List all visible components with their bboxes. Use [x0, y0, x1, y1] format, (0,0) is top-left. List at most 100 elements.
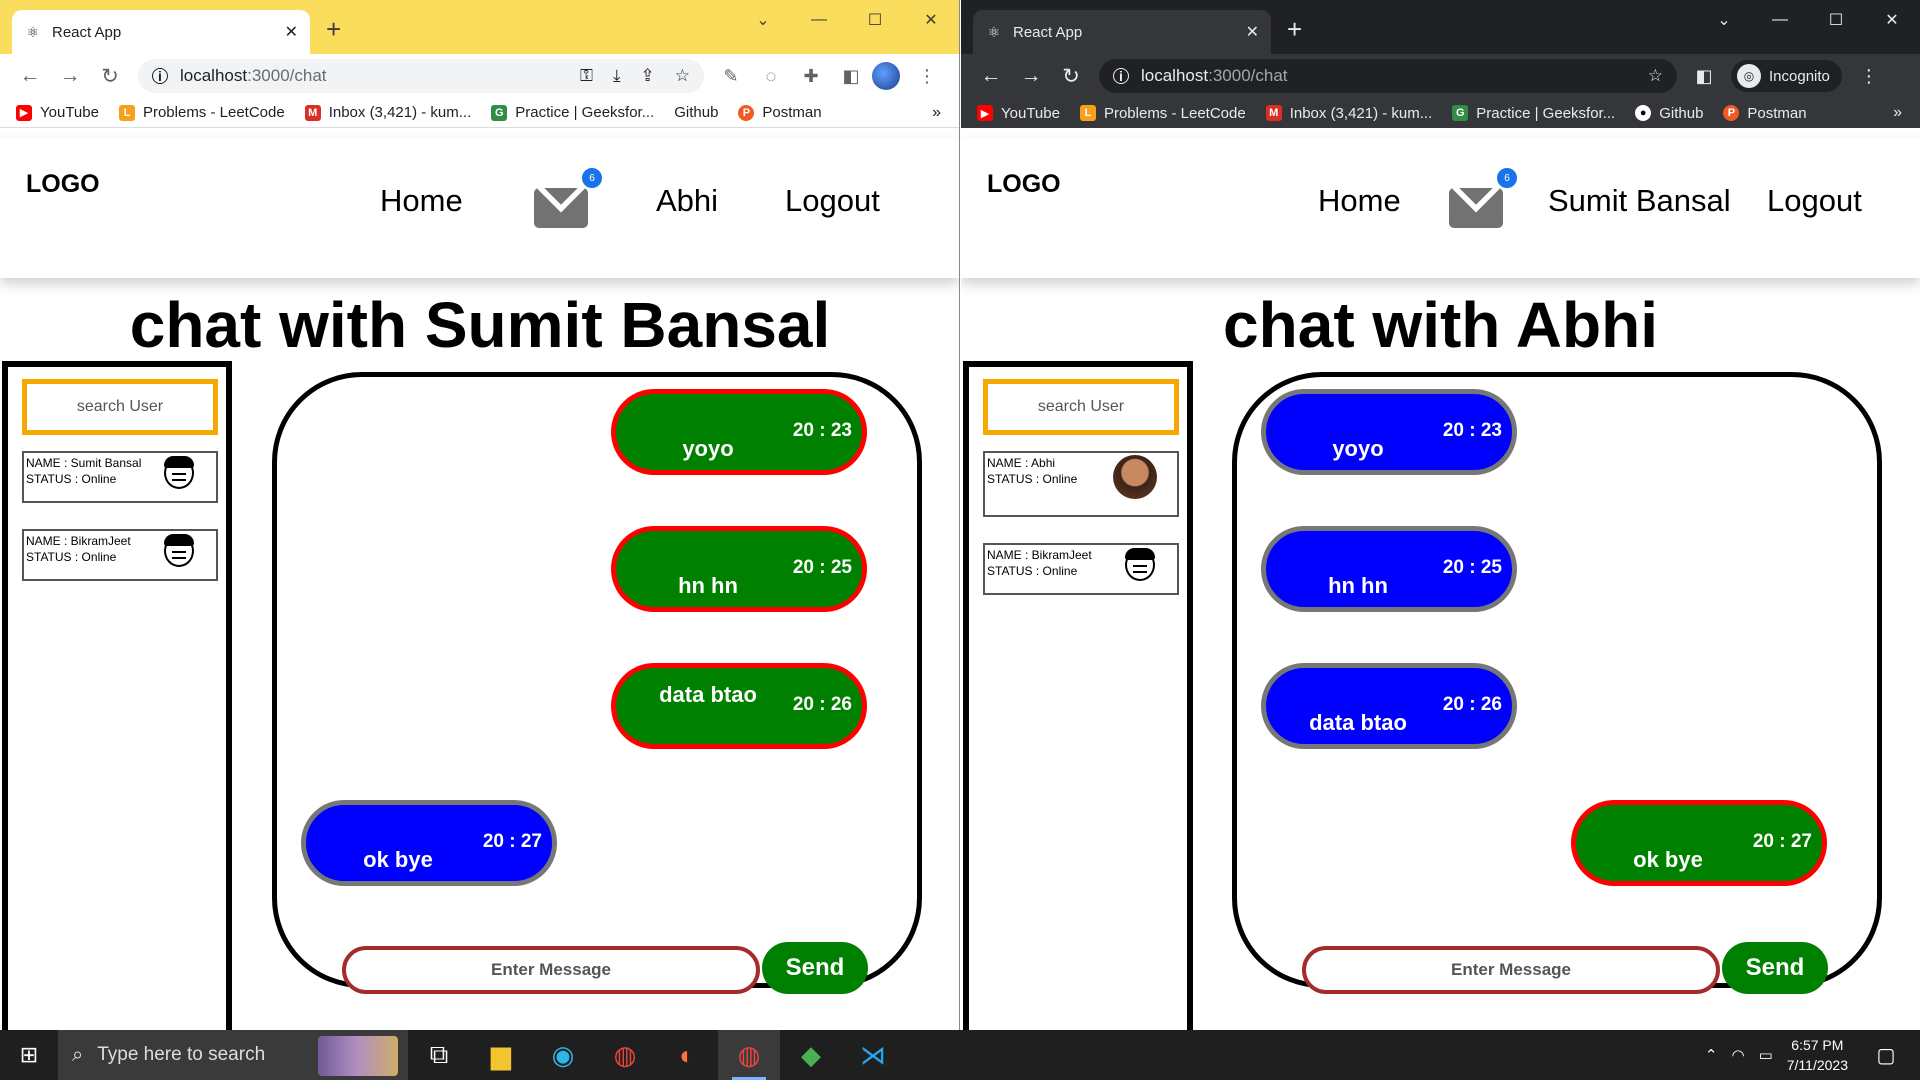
chrome-incognito-icon[interactable]: ◍ [718, 1030, 780, 1080]
user-avatar-icon [164, 456, 194, 489]
minimize-icon[interactable]: — [791, 0, 847, 40]
nav-home-link[interactable]: Home [380, 183, 463, 219]
key-icon[interactable]: ⚿ [580, 66, 593, 86]
windows-start-icon[interactable]: ⊞ [0, 1030, 58, 1080]
app-logo: LOGO [987, 170, 1061, 198]
nav-user-link[interactable]: Abhi [656, 183, 718, 219]
mongodb-icon[interactable]: ◆ [780, 1030, 842, 1080]
user-card[interactable]: NAME : Abhi STATUS : Online [983, 451, 1179, 517]
bookmark-postman[interactable]: P Postman [1723, 105, 1807, 122]
tab-bar: ⚛ React App ✕ + ⌄ — ☐ ✕ [961, 0, 1920, 54]
message-input[interactable]: Enter Message [1302, 946, 1720, 994]
site-info-icon[interactable]: i [1113, 68, 1129, 84]
mail-icon[interactable] [534, 188, 588, 228]
vscode-icon[interactable]: ⋊ [842, 1030, 904, 1080]
new-tab-icon[interactable]: + [326, 14, 341, 45]
notifications-icon[interactable]: ▢ [1866, 1043, 1906, 1068]
minimize-icon[interactable]: — [1752, 0, 1808, 40]
share-icon[interactable]: ⇪ [641, 66, 655, 86]
message-bubble: hn hn 20 : 25 [1261, 526, 1517, 612]
side-panel-icon[interactable]: ◧ [1691, 66, 1717, 87]
bookmark-star-icon[interactable]: ☆ [675, 66, 690, 86]
message-bubble: data btao 20 : 26 [611, 663, 867, 749]
send-button[interactable]: Send [762, 942, 868, 994]
message-time: 20 : 23 [1442, 420, 1502, 441]
menu-icon[interactable]: ⋮ [1856, 66, 1882, 87]
profile-avatar[interactable] [872, 62, 900, 90]
incognito-badge[interactable]: ◎ Incognito [1731, 60, 1842, 92]
maximize-icon[interactable]: ☐ [847, 0, 903, 40]
nav-home-link[interactable]: Home [1318, 183, 1401, 219]
message-time: 20 : 26 [1442, 694, 1502, 715]
browser-tab[interactable]: ⚛ React App ✕ [12, 10, 310, 54]
bookmark-leetcode[interactable]: L Problems - LeetCode [1079, 105, 1246, 122]
chrome-icon[interactable]: ◍ [594, 1030, 656, 1080]
tab-title: React App [52, 23, 122, 41]
tab-search-icon[interactable]: ⌄ [1696, 0, 1752, 40]
back-icon[interactable]: ← [10, 64, 50, 88]
firefox-icon[interactable]: ◐ [656, 1030, 718, 1080]
bookmark-github[interactable]: ● Github [1635, 105, 1703, 122]
user-card[interactable]: NAME : BikramJeet STATUS : Online [983, 543, 1179, 595]
message-input[interactable]: Enter Message [342, 946, 760, 994]
bookmark-postman[interactable]: P Postman [738, 104, 822, 121]
show-hidden-icons-icon[interactable]: ⌃ [1705, 1046, 1718, 1064]
nav-logout-link[interactable]: Logout [785, 183, 880, 219]
message-bubble: hn hn 20 : 25 [611, 526, 867, 612]
user-card[interactable]: NAME : Sumit Bansal STATUS : Online [22, 451, 218, 503]
send-button[interactable]: Send [1722, 942, 1828, 994]
more-bookmarks-icon[interactable]: » [932, 104, 941, 122]
browser-window-right: ⚛ React App ✕ + ⌄ — ☐ ✕ ← → ↻ i localhos… [961, 0, 1920, 1030]
side-panel-icon[interactable]: ◧ [838, 66, 864, 87]
close-window-icon[interactable]: ✕ [1864, 0, 1920, 40]
address-bar[interactable]: i localhost:3000/chat ⚿ ⤓ ⇪ ☆ [138, 59, 704, 93]
reload-icon[interactable]: ↻ [90, 64, 130, 89]
search-user-input[interactable]: search User [983, 379, 1179, 435]
bookmark-gmail[interactable]: M Inbox (3,421) - kum... [1265, 105, 1432, 122]
maximize-icon[interactable]: ☐ [1808, 0, 1864, 40]
leetcode-icon: L [1079, 105, 1096, 121]
puzzle-icon[interactable]: ✚ [798, 66, 824, 87]
menu-icon[interactable]: ⋮ [914, 66, 940, 87]
back-icon[interactable]: ← [971, 64, 1011, 88]
battery-icon[interactable]: ▭ [1759, 1046, 1773, 1064]
install-icon[interactable]: ⤓ [613, 66, 621, 86]
chat-title: chat with Sumit Bansal [129, 289, 831, 361]
close-tab-icon[interactable]: ✕ [1246, 22, 1259, 42]
bookmark-youtube[interactable]: ▶ YouTube [977, 105, 1060, 122]
browser-tab[interactable]: ⚛ React App ✕ [973, 10, 1271, 54]
reload-icon[interactable]: ↻ [1051, 64, 1091, 89]
nav-user-link[interactable]: Sumit Bansal [1548, 183, 1731, 219]
edge-icon[interactable]: ◉ [532, 1030, 594, 1080]
bookmark-youtube[interactable]: ▶ YouTube [16, 104, 99, 121]
search-user-input[interactable]: search User [22, 379, 218, 435]
bookmark-github[interactable]: Github [674, 104, 718, 121]
search-highlight-image [318, 1036, 398, 1076]
system-clock[interactable]: 6:57 PM 7/11/2023 [1787, 1035, 1848, 1075]
address-bar[interactable]: i localhost:3000/chat ☆ [1099, 59, 1677, 93]
taskbar-search-box[interactable]: ⌕ Type here to search [58, 1030, 408, 1080]
close-window-icon[interactable]: ✕ [903, 0, 959, 40]
new-tab-icon[interactable]: + [1287, 14, 1302, 45]
site-info-icon[interactable]: i [152, 68, 168, 84]
bookmark-gmail[interactable]: M Inbox (3,421) - kum... [304, 104, 471, 121]
pen-extension-icon[interactable]: ✎ [718, 66, 744, 87]
forward-icon[interactable]: → [50, 64, 90, 88]
user-card[interactable]: NAME : BikramJeet STATUS : Online [22, 529, 218, 581]
bookmark-star-icon[interactable]: ☆ [1648, 66, 1663, 86]
bookmark-geeksforgeeks[interactable]: G Practice | Geeksfor... [491, 104, 654, 121]
extension-icon[interactable]: ◌ [758, 66, 784, 87]
file-explorer-icon[interactable]: ▆ [470, 1030, 532, 1080]
mail-icon[interactable] [1449, 188, 1503, 228]
forward-icon[interactable]: → [1011, 64, 1051, 88]
taskbar-search-placeholder: Type here to search [97, 1044, 266, 1065]
tab-search-icon[interactable]: ⌄ [735, 0, 791, 40]
more-bookmarks-icon[interactable]: » [1893, 104, 1902, 122]
bookmark-geeksforgeeks[interactable]: G Practice | Geeksfor... [1452, 105, 1615, 122]
bookmark-leetcode[interactable]: L Problems - LeetCode [118, 104, 285, 121]
postman-icon: P [1723, 105, 1740, 121]
nav-logout-link[interactable]: Logout [1767, 183, 1862, 219]
wifi-icon[interactable]: ◠ [1731, 1046, 1744, 1064]
task-view-icon[interactable]: ⧉ [408, 1030, 470, 1080]
close-tab-icon[interactable]: ✕ [285, 22, 298, 42]
